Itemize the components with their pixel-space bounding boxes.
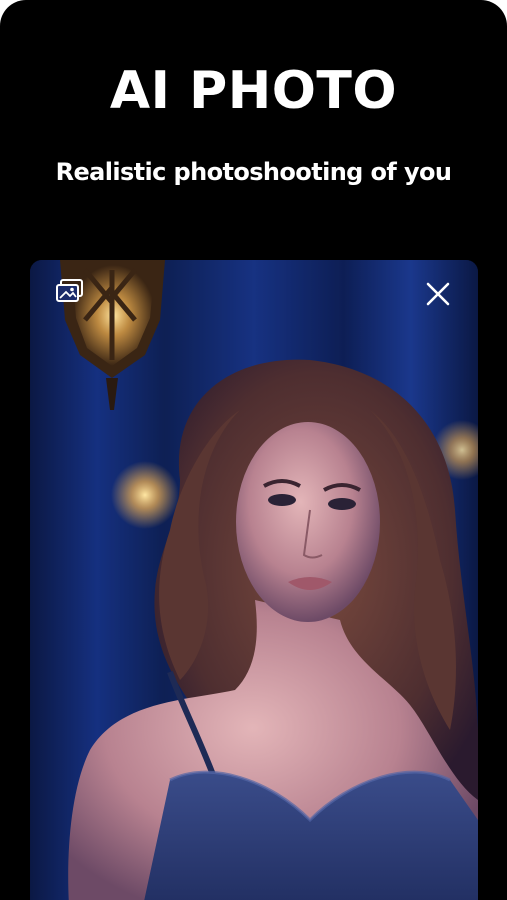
portrait-photo <box>30 260 478 900</box>
gallery-icon[interactable] <box>55 278 85 304</box>
close-icon-glyph <box>426 282 450 306</box>
page-subtitle: Realistic photoshooting of you <box>55 158 452 186</box>
gallery-icon-glyph <box>56 279 83 302</box>
app-screen: AI PHOTO Realistic photoshooting of you <box>0 0 507 900</box>
close-icon[interactable] <box>424 280 452 308</box>
page-title: AI PHOTO <box>109 61 398 121</box>
photo-preview-card[interactable] <box>30 260 478 900</box>
